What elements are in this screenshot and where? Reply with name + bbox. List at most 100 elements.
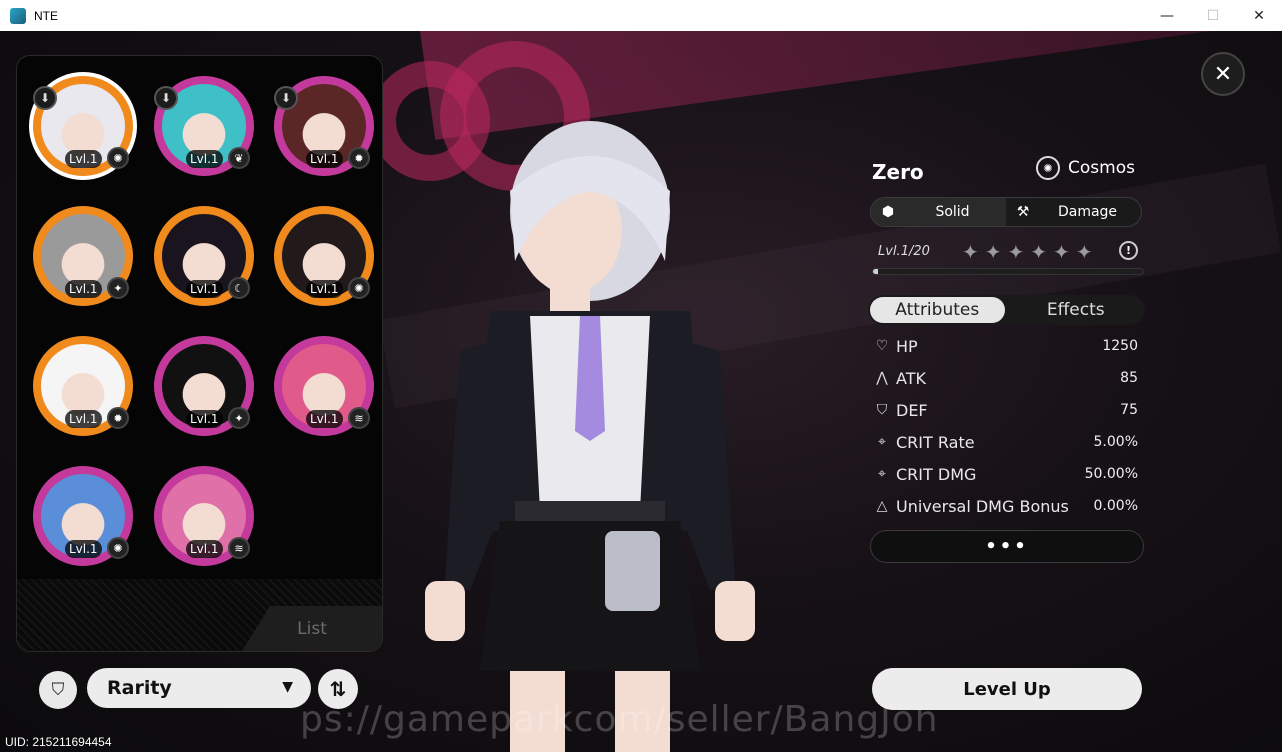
info-tabs: Attributes Effects bbox=[868, 295, 1145, 325]
character-level: Lvl.1 bbox=[186, 410, 223, 428]
rarity-select-label: Rarity bbox=[107, 677, 172, 699]
wave-icon: ≋ bbox=[348, 407, 370, 429]
character-card[interactable]: Lvl.1 ☾ bbox=[154, 206, 254, 306]
character-model bbox=[425, 121, 755, 752]
character-name: Zero bbox=[872, 160, 924, 184]
character-card[interactable]: ⬇ Lvl.1 ✹ bbox=[274, 76, 374, 176]
character-level: Lvl.1 bbox=[65, 410, 102, 428]
character-card[interactable]: Lvl.1 ✺ bbox=[274, 206, 374, 306]
cube-icon: ⬢ bbox=[881, 204, 895, 220]
path-label: Cosmos bbox=[1068, 158, 1135, 178]
character-card[interactable]: Lvl.1 ✦ bbox=[154, 336, 254, 436]
character-level: Lvl.1 bbox=[65, 150, 102, 168]
window-title: NTE bbox=[34, 8, 58, 23]
character-tags: ⬢ Solid ⚒ Damage bbox=[870, 197, 1142, 227]
character-card[interactable]: Lvl.1 ✹ bbox=[33, 336, 133, 436]
attribute-list: ♡ HP 1250 ⋀ ATK 85 ⛉ DEF 75 ⌖ CRIT Rate 5.00% ⌖ CRIT … bbox=[872, 330, 1140, 522]
attribute-name: HP bbox=[896, 336, 918, 356]
window-titlebar: NTE — ☐ ✕ bbox=[0, 0, 1282, 31]
attribute-name: ATK bbox=[896, 368, 926, 388]
attribute-row: ♡ HP 1250 bbox=[872, 330, 1140, 362]
character-level: Lvl.1 bbox=[306, 410, 343, 428]
attribute-row: ⛉ DEF 75 bbox=[872, 394, 1140, 426]
star-icon: ✦ bbox=[1030, 240, 1048, 264]
pin-icon[interactable]: ⬇ bbox=[274, 86, 298, 110]
tag-damage: ⚒ Damage bbox=[1006, 198, 1141, 226]
attribute-name: Universal DMG Bonus bbox=[896, 496, 1069, 516]
attribute-value: 0.00% bbox=[1093, 498, 1138, 514]
attribute-value: 1250 bbox=[1102, 338, 1138, 354]
attribute-row: ⌖ CRIT Rate 5.00% bbox=[872, 426, 1140, 458]
uid-label: UID: 215211694454 bbox=[5, 735, 112, 749]
attack-icon: ⋀ bbox=[876, 370, 888, 386]
cosmos-icon: ✺ bbox=[107, 537, 129, 559]
level-progress-bar bbox=[872, 268, 1144, 275]
sort-icon: ⇅ bbox=[329, 677, 347, 701]
pin-icon[interactable]: ⬇ bbox=[154, 86, 178, 110]
tab-attributes[interactable]: Attributes bbox=[870, 297, 1005, 323]
attribute-value: 50.00% bbox=[1084, 466, 1138, 482]
cosmos-icon: ✺ bbox=[107, 147, 129, 169]
character-level: Lvl.1 bbox=[306, 280, 343, 298]
heart-icon: ♡ bbox=[875, 338, 889, 354]
rarity-sort-select[interactable]: Rarity ▼ bbox=[87, 668, 311, 708]
watermark-text: ps://gameparkcom/seller/BangJoh bbox=[300, 699, 939, 740]
star-icon: ✦ bbox=[1007, 240, 1025, 264]
cosmos-icon: ✺ bbox=[348, 277, 370, 299]
attribute-row: ⌖ CRIT DMG 50.00% bbox=[872, 458, 1140, 490]
star-icon: ✦ bbox=[1053, 240, 1070, 264]
info-icon[interactable]: ! bbox=[1119, 241, 1138, 260]
star-icon: ✦ bbox=[962, 240, 979, 264]
star-icon: ✦ bbox=[228, 407, 250, 429]
attribute-value: 85 bbox=[1120, 370, 1138, 386]
tag-label: Damage bbox=[1057, 204, 1118, 220]
flame-icon: ✹ bbox=[107, 407, 129, 429]
flame-icon: ✹ bbox=[348, 147, 370, 169]
app-logo-icon bbox=[10, 7, 26, 24]
crosshair-icon: ⌖ bbox=[878, 434, 886, 450]
level-up-button[interactable]: Level Up bbox=[872, 668, 1142, 710]
level-progress-fill bbox=[873, 269, 879, 274]
attribute-row: △ Universal DMG Bonus 0.00% bbox=[872, 490, 1140, 522]
character-level: Lvl.1 bbox=[65, 280, 102, 298]
star-icon: ✦ bbox=[984, 240, 1002, 264]
triangle-icon: △ bbox=[876, 498, 888, 514]
level-row: Lvl.1/20 ✦ ✦ ✦ ✦ ✦ ✦ ! bbox=[872, 238, 1144, 278]
more-details-button[interactable]: ••• bbox=[870, 530, 1144, 563]
maximize-button[interactable]: ☐ bbox=[1190, 0, 1236, 31]
tag-label: Solid bbox=[935, 204, 970, 220]
leaf-icon: ❦ bbox=[228, 147, 250, 169]
character-card[interactable]: ⬇ Lvl.1 ✺ bbox=[33, 76, 133, 176]
attribute-value: 5.00% bbox=[1093, 434, 1138, 450]
character-card[interactable]: Lvl.1 ✦ bbox=[33, 206, 133, 306]
character-path: ✺ Cosmos bbox=[1036, 156, 1135, 180]
character-list-panel: ⬇ Lvl.1 ✺ ⬇ Lvl.1 ❦ ⬇ Lvl.1 ✹ Lvl.1 ✦ Lvl.1 ☾ Lvl.1 ✺ L… bbox=[16, 55, 383, 652]
star-icon: ✦ bbox=[107, 277, 129, 299]
chevron-down-icon: ▼ bbox=[282, 679, 293, 695]
crosshair-icon: ⌖ bbox=[878, 466, 886, 482]
tag-solid: ⬢ Solid bbox=[871, 198, 1006, 226]
moon-icon: ☾ bbox=[228, 277, 250, 299]
character-level: Lvl.1 bbox=[186, 150, 223, 168]
shield-icon: ⛉ bbox=[876, 402, 888, 418]
character-card[interactable]: ⬇ Lvl.1 ❦ bbox=[154, 76, 254, 176]
attribute-name: CRIT Rate bbox=[896, 432, 975, 452]
tab-effects[interactable]: Effects bbox=[1009, 297, 1144, 323]
window-close-button[interactable]: ✕ bbox=[1236, 0, 1282, 31]
character-card[interactable]: Lvl.1 ≋ bbox=[274, 336, 374, 436]
close-button[interactable]: ✕ bbox=[1201, 52, 1245, 96]
star-icon: ✦ bbox=[1075, 240, 1093, 264]
cosmos-icon: ✺ bbox=[1036, 156, 1060, 180]
filter-icon: ⛉ bbox=[51, 680, 65, 700]
level-text: Lvl.1/20 bbox=[878, 244, 930, 259]
character-card[interactable]: Lvl.1 ✺ bbox=[33, 466, 133, 566]
filter-button[interactable]: ⛉ bbox=[39, 671, 77, 709]
attribute-name: DEF bbox=[896, 400, 928, 420]
minimize-button[interactable]: — bbox=[1144, 0, 1190, 31]
character-card[interactable]: Lvl.1 ≋ bbox=[154, 466, 254, 566]
hammer-icon: ⚒ bbox=[1016, 204, 1030, 220]
close-icon: ✕ bbox=[1213, 61, 1233, 87]
sort-order-button[interactable]: ⇅ bbox=[318, 669, 358, 709]
pin-icon[interactable]: ⬇ bbox=[33, 86, 57, 110]
attribute-name: CRIT DMG bbox=[896, 464, 977, 484]
